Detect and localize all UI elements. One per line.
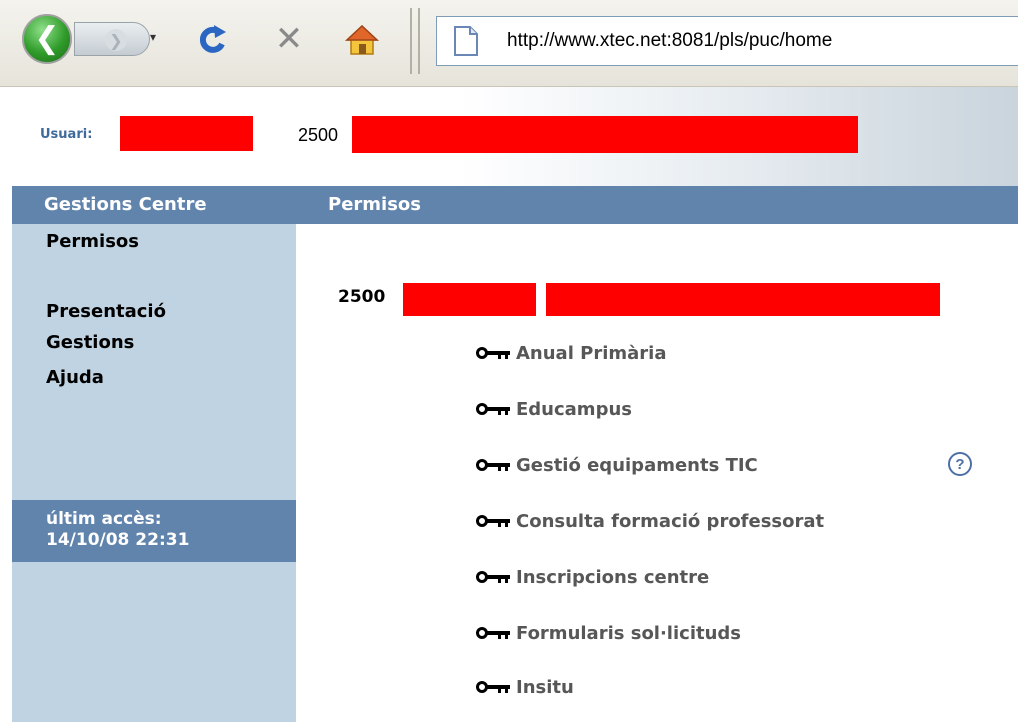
- key-icon: [476, 681, 510, 693]
- main-content: 2500 Anual Primària Educampus Gestió equ…: [296, 224, 1018, 722]
- permission-link-label: Anual Primària: [516, 342, 667, 364]
- permission-link-label: Formularis sol·licituds: [516, 622, 742, 644]
- permission-link-label: Consulta formació professorat: [516, 510, 825, 532]
- permission-link-insitu[interactable]: Insitu: [476, 674, 574, 700]
- browser-toolbar: ❮ ❯ ▾ ✕ http://www.xtec.net:8081/pls/puc…: [0, 0, 1018, 87]
- toolbar-separator: [410, 8, 420, 74]
- reload-icon: [199, 25, 226, 53]
- key-icon: [476, 571, 510, 583]
- stop-icon: ✕: [274, 19, 304, 59]
- redacted-school-name: [352, 116, 858, 153]
- key-icon: [476, 403, 510, 415]
- history-dropdown-icon[interactable]: ▾: [150, 30, 164, 46]
- page-title: Permisos: [328, 194, 421, 215]
- permission-link-formularis[interactable]: Formularis sol·licituds: [476, 620, 741, 646]
- sidebar-item-ajuda[interactable]: Ajuda: [46, 367, 104, 388]
- forward-button[interactable]: ❯: [74, 22, 150, 56]
- back-button[interactable]: ❮: [22, 14, 72, 64]
- user-label: Usuari:: [40, 127, 93, 142]
- key-icon: [476, 627, 510, 639]
- redacted-center-name: [546, 283, 940, 316]
- page-header: Usuari: 2500: [0, 87, 1018, 186]
- redacted-center-id: [403, 283, 536, 316]
- permission-link-inscripcions-centre[interactable]: Inscripcions centre: [476, 564, 709, 590]
- permission-link-gestio-equipaments-tic[interactable]: Gestió equipaments TIC: [476, 452, 758, 478]
- permission-link-educampus[interactable]: Educampus: [476, 396, 632, 422]
- last-access-label: últim accès:: [46, 509, 162, 529]
- section-title-gestions-centre: Gestions Centre: [44, 194, 207, 215]
- sidebar: Permisos Presentació Gestions Ajuda últi…: [12, 224, 296, 722]
- center-code: 2500: [338, 287, 386, 307]
- permission-link-anual-primaria[interactable]: Anual Primària: [476, 340, 666, 366]
- key-icon: [476, 515, 510, 527]
- help-icon[interactable]: ?: [948, 452, 972, 476]
- permission-link-label: Inscripcions centre: [516, 566, 710, 588]
- home-icon: [345, 24, 379, 55]
- last-access-box: últim accès: 14/10/08 22:31: [12, 500, 296, 562]
- permission-link-label: Insitu: [516, 676, 574, 698]
- permission-link-consulta-formacio[interactable]: Consulta formació professorat: [476, 508, 824, 534]
- reload-button[interactable]: [198, 22, 228, 56]
- header-code: 2500: [298, 125, 339, 145]
- nav-bar: Gestions Centre Permisos: [12, 186, 1018, 224]
- home-button[interactable]: [345, 24, 379, 56]
- key-icon: [476, 459, 510, 471]
- sidebar-item-presentacio[interactable]: Presentació: [46, 301, 166, 322]
- url-text: http://www.xtec.net:8081/pls/puc/home: [507, 30, 833, 51]
- last-access-value: 14/10/08 22:31: [46, 530, 190, 550]
- permission-link-label: Gestió equipaments TIC: [516, 454, 758, 476]
- sidebar-item-gestions[interactable]: Gestions: [46, 332, 134, 353]
- key-icon: [476, 347, 510, 359]
- back-arrow-icon: ❮: [34, 21, 60, 56]
- forward-arrow-icon: ❯: [105, 29, 127, 51]
- page-icon: [454, 26, 478, 56]
- permission-link-label: Educampus: [516, 398, 632, 420]
- stop-button[interactable]: ✕: [274, 22, 304, 56]
- address-bar[interactable]: http://www.xtec.net:8081/pls/puc/home: [436, 16, 1018, 66]
- redacted-username: [120, 116, 253, 151]
- sidebar-item-permisos[interactable]: Permisos: [46, 231, 139, 252]
